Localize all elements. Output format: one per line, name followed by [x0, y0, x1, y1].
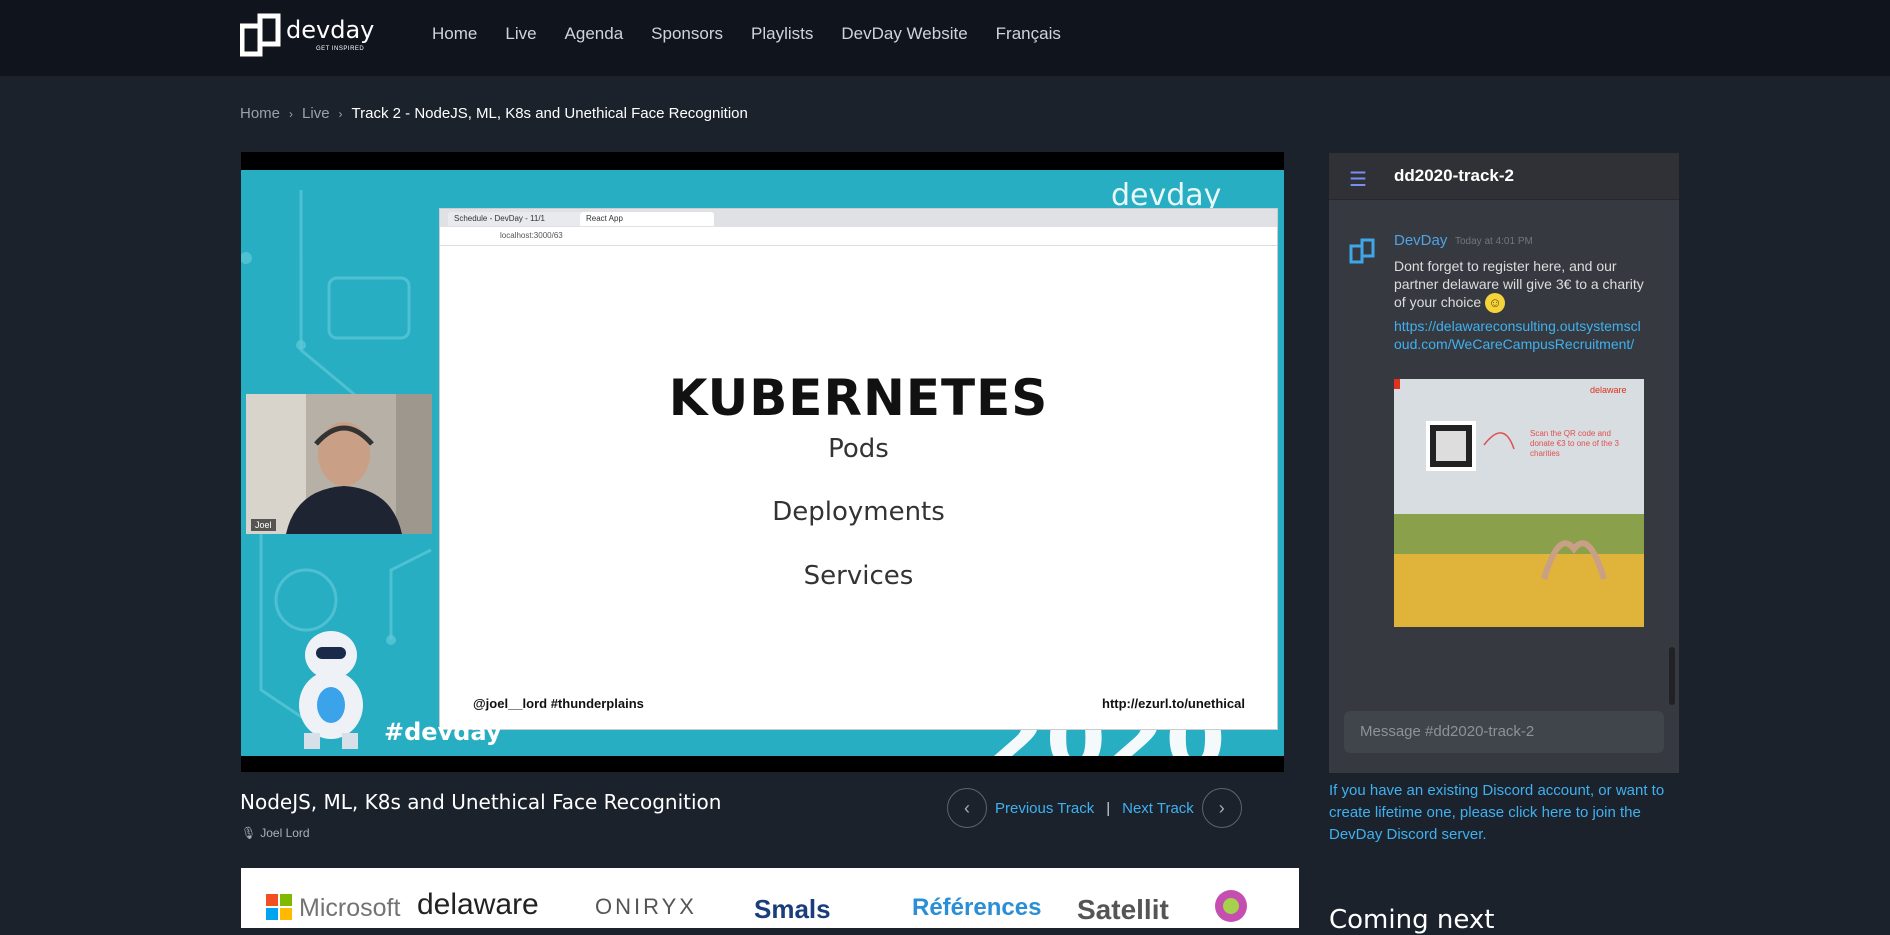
slide-item: Deployments [772, 497, 945, 527]
speaker-video-image [246, 394, 432, 534]
nav-live[interactable]: Live [505, 24, 536, 44]
robot-mascot-icon [299, 631, 363, 749]
previous-track-button[interactable]: ‹ [947, 788, 987, 828]
speaker-name[interactable]: Joel Lord [260, 826, 309, 840]
next-track-link[interactable]: Next Track [1122, 800, 1194, 817]
hamburger-menu-icon[interactable]: ☰ [1349, 167, 1367, 192]
sponsor-references[interactable]: Références [912, 894, 1041, 922]
browser-tab: Schedule - DevDay - 11/1 [448, 212, 582, 226]
browser-tabs: Schedule - DevDay - 11/1 React App [440, 209, 1277, 227]
track-navigation: ‹ Previous Track | Next Track › [947, 788, 1242, 828]
sponsor-oniryx[interactable]: ONIRYX [595, 894, 697, 920]
slide-item: Services [803, 561, 914, 591]
shared-browser-window: Schedule - DevDay - 11/1 React App local… [439, 208, 1278, 730]
nav-devday-website[interactable]: DevDay Website [841, 24, 967, 44]
microsoft-logo-icon [266, 894, 292, 920]
breadcrumb-current: Track 2 - NodeJS, ML, K8s and Unethical … [351, 105, 748, 122]
nav-agenda[interactable]: Agenda [565, 24, 624, 44]
devday-avatar-icon [1349, 238, 1375, 264]
breadcrumb-home[interactable]: Home [240, 105, 280, 122]
message-list[interactable]: DevDay Today at 4:01 PM Dont forget to r… [1329, 199, 1679, 699]
embed-brand: delaware [1590, 385, 1627, 395]
nav-playlists[interactable]: Playlists [751, 24, 813, 44]
sponsor-satellit[interactable]: Satellit [1077, 894, 1169, 926]
logo-text: devday [286, 16, 375, 44]
chevron-left-icon: ‹ [964, 797, 970, 818]
embed-caption: Scan the QR code and donate €3 to one of… [1530, 429, 1619, 458]
embed-image-graphic [1394, 379, 1644, 627]
discord-join-link[interactable]: If you have an existing Discord account,… [1329, 780, 1679, 846]
sponsor-logo-icon [1215, 890, 1247, 922]
message-text: Dont forget to register here, and our pa… [1394, 257, 1644, 314]
video-frame[interactable]: devday 2020 Schedule - DevDay - 11/1 Rea… [241, 170, 1284, 756]
sponsor-strip: Microsoft delaware ONIRYX Smals Référenc… [241, 868, 1299, 928]
next-track-button[interactable]: › [1201, 788, 1242, 828]
chevron-right-icon: › [1218, 797, 1225, 818]
message-link[interactable]: https://delawareconsulting.outsystemsclo… [1394, 317, 1644, 353]
coming-next-heading: Coming next [1329, 905, 1495, 935]
browser-tab: React App [580, 212, 714, 226]
message-input[interactable]: Message #dd2020-track-2 [1344, 711, 1664, 753]
chat-scrollbar[interactable] [1669, 647, 1675, 705]
logo-tagline: GET INSPIRED [316, 46, 365, 52]
sponsor-delaware[interactable]: delaware [417, 888, 539, 922]
track-separator: | [1106, 799, 1111, 817]
chevron-right-icon: › [289, 106, 294, 121]
breadcrumb-live[interactable]: Live [302, 105, 330, 122]
sponsor-microsoft[interactable]: Microsoft [299, 894, 400, 923]
speaker-line: 🎙 Joel Lord [241, 826, 310, 840]
chat-header: ☰ dd2020-track-2 [1329, 153, 1679, 200]
talk-title: NodeJS, ML, K8s and Unethical Face Recog… [240, 790, 722, 814]
previous-track-link[interactable]: Previous Track [995, 800, 1094, 817]
slide-item: Pods [828, 434, 889, 464]
nav-language[interactable]: Français [996, 24, 1061, 44]
video-player[interactable]: devday 2020 Schedule - DevDay - 11/1 Rea… [241, 152, 1284, 772]
microphone-icon: 🎙 [241, 826, 257, 840]
chevron-right-icon: › [338, 106, 343, 121]
slide-title: KUBERNETES [668, 369, 1049, 427]
message-body: Dont forget to register here, and our pa… [1394, 258, 1644, 310]
slide-footer-handle: @joel__lord #thunderplains [473, 696, 644, 711]
speaker-webcam: Joel [246, 394, 432, 534]
nav-sponsors[interactable]: Sponsors [651, 24, 723, 44]
webcam-name-label: Joel [251, 519, 276, 531]
breadcrumb: Home › Live › Track 2 - NodeJS, ML, K8s … [240, 105, 748, 122]
channel-name: dd2020-track-2 [1394, 166, 1515, 185]
smiley-emoji-icon: ☺ [1485, 293, 1506, 314]
message-author[interactable]: DevDay [1394, 232, 1447, 249]
devday-logo-icon [239, 13, 281, 57]
message-embed-image[interactable]: Scan the QR code and donate €3 to one of… [1394, 379, 1644, 627]
top-navbar: devday GET INSPIRED Home Live Agenda Spo… [0, 0, 1890, 76]
video-hashtag: #devday [384, 718, 502, 746]
sponsor-smals[interactable]: Smals [754, 894, 831, 925]
main-nav: Home Live Agenda Sponsors Playlists DevD… [432, 24, 1089, 44]
slide-footer-url: http://ezurl.to/unethical [1102, 696, 1245, 711]
discord-chat-widget: ☰ dd2020-track-2 DevDay Today at 4:01 PM… [1329, 153, 1679, 773]
message-timestamp: Today at 4:01 PM [1455, 236, 1533, 247]
nav-home[interactable]: Home [432, 24, 477, 44]
devday-logo[interactable]: devday GET INSPIRED [239, 12, 380, 60]
address-bar: localhost:3000/63 [440, 227, 1277, 246]
